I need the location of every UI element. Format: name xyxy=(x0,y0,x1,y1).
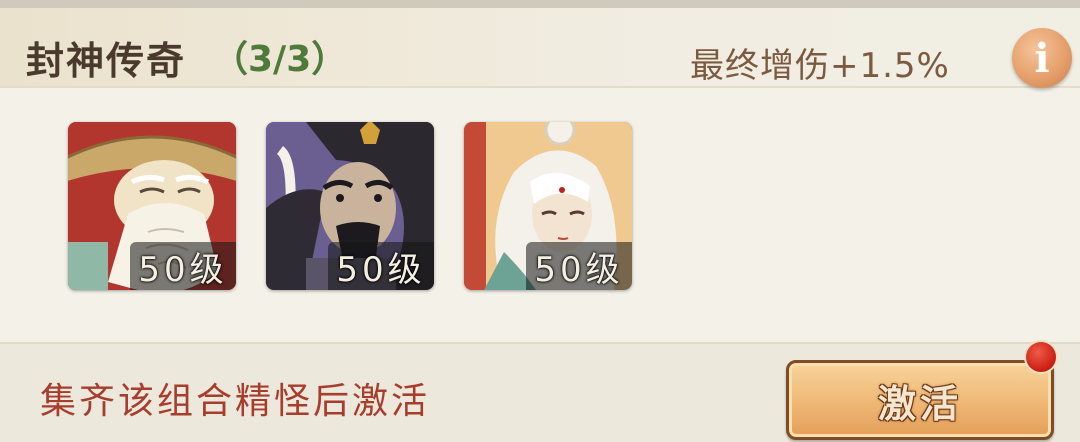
hero-card-general[interactable]: 50级 xyxy=(266,122,434,290)
info-icon: i xyxy=(1034,34,1050,82)
level-text: 50级 xyxy=(336,249,426,290)
activate-button[interactable]: 激活 xyxy=(786,360,1054,440)
level-text: 50级 xyxy=(138,249,228,290)
combo-header: 封神传奇 （3/3） 最终增伤+1.5% i xyxy=(0,8,1080,88)
activation-hint: 集齐该组合精怪后激活 xyxy=(40,381,431,422)
top-divider xyxy=(0,0,1080,8)
combo-bonus-text: 最终增伤+1.5% xyxy=(690,46,950,86)
hero-portrait-list: 50级 50级 50级 xyxy=(68,122,648,292)
level-badge: 50级 xyxy=(130,242,236,290)
combo-progress-count: （3/3） xyxy=(212,39,348,80)
level-badge: 50级 xyxy=(328,242,434,290)
info-button[interactable]: i xyxy=(1012,28,1072,88)
level-badge: 50级 xyxy=(526,242,632,290)
combo-card: 封神传奇 （3/3） 最终增伤+1.5% i 50级 50级 50级 集齐该组合… xyxy=(0,0,1080,442)
hero-card-sage[interactable]: 50级 xyxy=(68,122,236,290)
activate-label: 激活 xyxy=(877,381,962,426)
combo-footer: 集齐该组合精怪后激活 激活 xyxy=(0,342,1080,442)
level-text: 50级 xyxy=(534,249,624,290)
hero-card-immortal[interactable]: 50级 xyxy=(464,122,632,290)
notification-dot-icon xyxy=(1024,340,1058,374)
combo-title: 封神传奇 xyxy=(26,39,187,83)
